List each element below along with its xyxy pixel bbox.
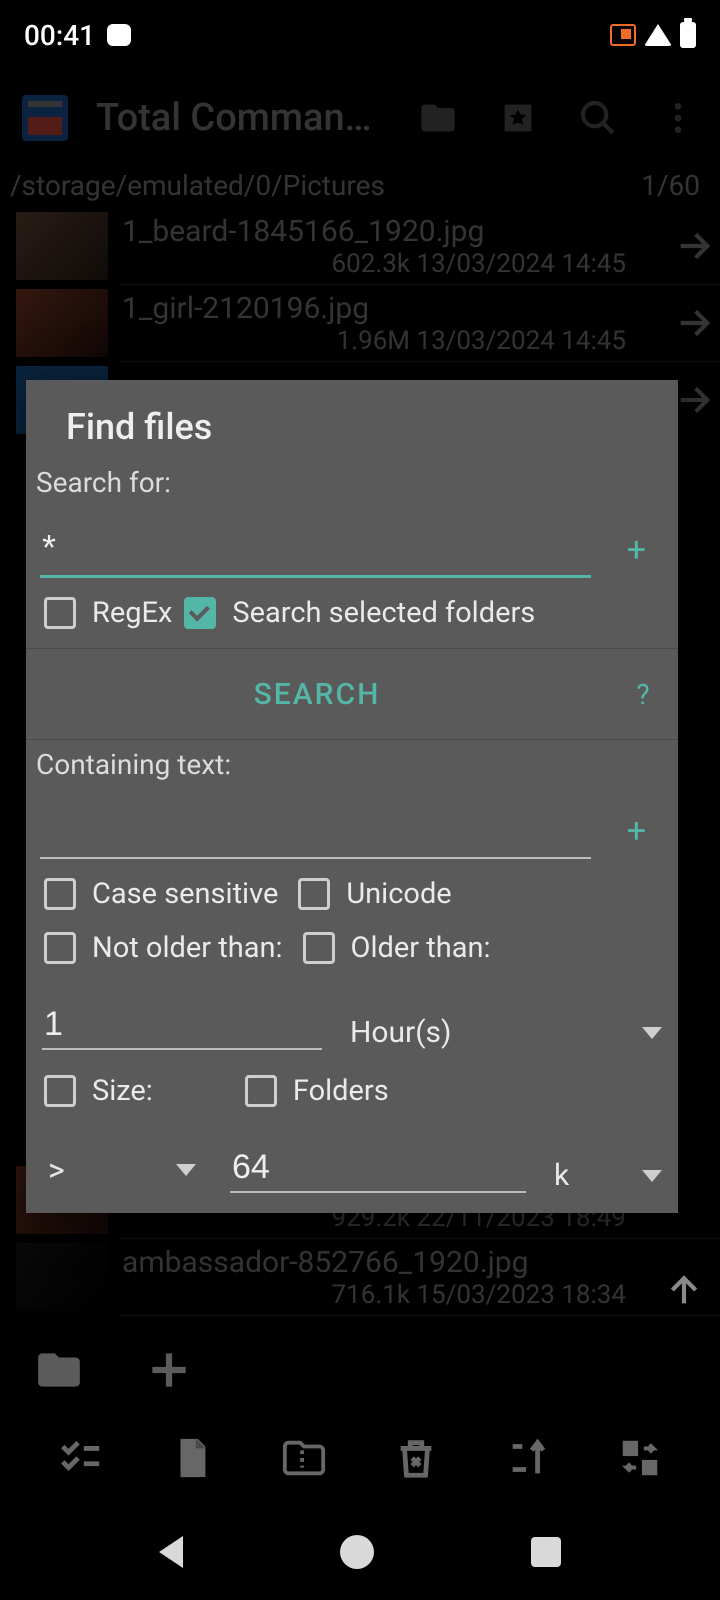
file-meta: 602.3k 13/03/2024 14:45 (122, 249, 716, 279)
size-label: Size: (92, 1074, 153, 1108)
search-icon[interactable] (578, 98, 618, 138)
chevron-down-icon (642, 1027, 662, 1039)
older-label: Older than: (351, 931, 491, 965)
file-meta: 716.1k 15/03/2023 18:34 (122, 1280, 716, 1310)
system-nav-bar (0, 1504, 720, 1600)
search-folders-checkbox[interactable]: Search selected folders (184, 596, 535, 630)
delete-icon[interactable] (393, 1435, 439, 1481)
file-name: 1_beard-1845166_1920.jpg (122, 214, 716, 249)
list-item[interactable]: 1_beard-1845166_1920.jpg 602.3k 13/03/20… (0, 208, 720, 284)
current-path: /storage/emulated/0/Pictures (10, 169, 385, 202)
thumbnail-icon (16, 1243, 108, 1311)
app-logo-icon (22, 95, 68, 141)
help-button[interactable]: ? (608, 678, 678, 711)
status-notification-icon (107, 24, 131, 46)
file-name: 1_girl-2120196.jpg (122, 291, 716, 326)
unicode-label: Unicode (346, 877, 451, 911)
search-button[interactable]: SEARCH (26, 677, 608, 712)
case-label: Case sensitive (92, 877, 278, 911)
status-bar: 00:41 (0, 0, 720, 70)
age-unit-label: Hour(s) (350, 1015, 451, 1050)
swap-panels-icon[interactable] (617, 1435, 663, 1481)
add-text-button[interactable]: + (611, 811, 662, 859)
containing-label: Containing text: (32, 740, 672, 781)
size-checkbox[interactable]: Size: (44, 1074, 153, 1108)
not-older-label: Not older than: (92, 931, 283, 965)
regex-label: RegEx (92, 596, 172, 630)
new-folder-icon[interactable] (34, 1345, 84, 1395)
arrow-right-icon[interactable] (674, 226, 714, 266)
checkbox-icon (245, 1075, 277, 1107)
status-clock: 00:41 (24, 19, 95, 52)
search-for-input[interactable] (40, 505, 591, 578)
search-folders-label: Search selected folders (232, 596, 535, 630)
nav-recent-icon[interactable] (531, 1537, 561, 1567)
chevron-down-icon (642, 1170, 662, 1182)
folder-icon[interactable] (418, 98, 458, 138)
checkbox-icon (298, 878, 330, 910)
size-operator-value: > (48, 1151, 65, 1189)
overflow-menu-icon[interactable] (658, 98, 698, 138)
checkbox-checked-icon (184, 597, 216, 629)
battery-icon (680, 22, 696, 48)
age-unit-select[interactable]: Hour(s) (350, 1015, 662, 1050)
arrow-right-icon[interactable] (674, 380, 714, 420)
nav-back-icon[interactable] (159, 1536, 183, 1568)
older-checkbox[interactable]: Older than: (303, 931, 491, 965)
size-value-input[interactable] (230, 1138, 526, 1193)
list-item[interactable]: 1_girl-2120196.jpg 1.96M 13/03/2024 14:4… (0, 285, 720, 361)
file-icon[interactable] (169, 1435, 215, 1481)
sort-icon[interactable] (505, 1435, 551, 1481)
select-icon[interactable] (57, 1435, 103, 1481)
item-count: 1/60 (641, 169, 710, 202)
age-value-input[interactable] (42, 995, 322, 1050)
regex-checkbox[interactable]: RegEx (44, 596, 172, 630)
app-bar: Total Comman… (0, 70, 720, 165)
folders-label: Folders (293, 1074, 389, 1108)
not-older-checkbox[interactable]: Not older than: (44, 931, 283, 965)
checkbox-icon (44, 932, 76, 964)
size-unit-label: k (554, 1158, 569, 1193)
scroll-top-icon[interactable] (664, 1270, 704, 1310)
arrow-right-icon[interactable] (674, 303, 714, 343)
app-title: Total Comman… (96, 96, 390, 140)
size-unit-select[interactable]: k (554, 1158, 662, 1193)
cast-icon (610, 24, 636, 46)
thumbnail-icon (16, 289, 108, 357)
checkbox-icon (44, 878, 76, 910)
archive-icon[interactable] (281, 1435, 327, 1481)
containing-input[interactable] (40, 787, 591, 859)
nav-home-icon[interactable] (340, 1535, 374, 1569)
file-name: ambassador-852766_1920.jpg (122, 1245, 716, 1280)
chevron-down-icon (176, 1164, 196, 1176)
add-pattern-button[interactable]: + (611, 530, 662, 578)
folders-checkbox[interactable]: Folders (245, 1074, 389, 1108)
case-checkbox[interactable]: Case sensitive (44, 877, 278, 911)
file-meta: 1.96M 13/03/2024 14:45 (122, 326, 716, 356)
checkbox-icon (303, 932, 335, 964)
bottom-toolbar (0, 1412, 720, 1504)
list-item[interactable]: ambassador-852766_1920.jpg 716.1k 15/03/… (0, 1239, 720, 1315)
path-bar[interactable]: /storage/emulated/0/Pictures 1/60 (0, 165, 720, 208)
size-operator-select[interactable]: > (42, 1145, 202, 1193)
unicode-checkbox[interactable]: Unicode (298, 877, 451, 911)
find-files-dialog: Find files Search for: + RegEx Search se… (26, 380, 678, 1213)
search-for-label: Search for: (32, 458, 672, 499)
thumbnail-icon (16, 212, 108, 280)
checkbox-icon (44, 1075, 76, 1107)
wifi-icon (644, 24, 672, 46)
bookmark-folder-icon[interactable] (498, 98, 538, 138)
checkbox-icon (44, 597, 76, 629)
dialog-title: Find files (26, 380, 678, 458)
add-icon[interactable] (144, 1345, 194, 1395)
quick-action-bar (0, 1330, 720, 1410)
